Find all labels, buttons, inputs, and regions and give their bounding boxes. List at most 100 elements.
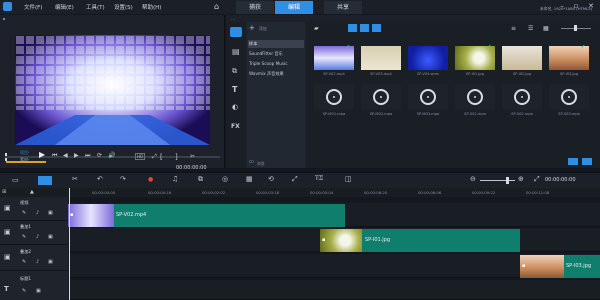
auto-music-icon[interactable]: ⧉	[198, 175, 203, 184]
thumb-label: SP-I01.jpg	[465, 72, 484, 76]
menu-settings[interactable]: 设置(S)	[114, 3, 133, 11]
timeline-nav-icon[interactable]: ▲	[30, 189, 34, 195]
panel-option-icon[interactable]	[582, 158, 592, 165]
mark-out-icon[interactable]: ]	[175, 153, 178, 161]
tab-edit[interactable]: 编辑	[275, 1, 313, 14]
edit-track-icon[interactable]: ✎	[22, 234, 26, 240]
show-audio-icon[interactable]	[372, 24, 381, 32]
timeline-timecode[interactable]: 00:00:00:00	[545, 177, 576, 183]
import-folder-icon[interactable]: ▰	[314, 25, 319, 32]
track-audio-icon[interactable]: ♪	[36, 234, 39, 240]
title-icon[interactable]: T	[232, 85, 237, 94]
track-visibility-icon[interactable]: ▣	[48, 234, 53, 240]
folder-sample[interactable]: 样本	[249, 41, 257, 47]
media-icon[interactable]	[230, 27, 242, 37]
filter-icon[interactable]: FX	[231, 123, 240, 130]
clip-mode-label[interactable]: 素材-	[20, 157, 29, 163]
track-visibility-icon[interactable]: ▣	[48, 210, 53, 216]
timeline-playhead[interactable]	[69, 188, 70, 300]
storyboard-view-icon[interactable]: ▭	[12, 176, 19, 184]
folder-triple-scoop[interactable]: Triple Scoop Music	[249, 61, 288, 66]
tools-icon[interactable]: ✂	[72, 175, 78, 183]
transition-icon[interactable]: ⧉	[232, 67, 237, 76]
thumb-sp-m03[interactable]	[408, 84, 448, 110]
ruler-tick: 00:00:08:06	[418, 190, 442, 195]
quality-badge[interactable]: HD	[135, 153, 146, 160]
clip-thumbnail	[520, 255, 564, 278]
edit-track-icon[interactable]: ✎	[22, 288, 26, 294]
clip-sp-i03[interactable]: ▪ SP-I03.jpg	[520, 255, 600, 278]
track-audio-icon[interactable]: ♪	[36, 259, 39, 265]
instant-project-icon[interactable]: ▤	[232, 47, 240, 56]
mark-in-icon[interactable]: [	[160, 153, 163, 161]
go-start-icon[interactable]: ⏮	[52, 152, 57, 160]
timeline-view-icon[interactable]	[38, 176, 52, 185]
volume-icon[interactable]: 🔊	[108, 152, 115, 159]
split-icon[interactable]: ✂	[190, 153, 195, 160]
undo-icon[interactable]: ↶	[97, 175, 103, 183]
tab-share[interactable]: 共享	[324, 1, 362, 14]
menu-tools[interactable]: 工具(T)	[86, 3, 105, 11]
repeat-icon[interactable]: ⟳	[97, 152, 102, 159]
graphics-icon[interactable]: ◐	[232, 103, 238, 111]
thumb-sp-s01[interactable]	[455, 84, 495, 110]
view-grid-icon[interactable]: ▦	[543, 25, 549, 32]
title-tool-icon[interactable]: T⚿	[315, 175, 323, 183]
add-folder-label[interactable]: 添加	[259, 26, 267, 32]
folder-wavmix[interactable]: Wavmix 声音效果	[249, 71, 284, 77]
subtitle-icon[interactable]: ▦	[246, 175, 253, 183]
mask-icon[interactable]: ◫	[345, 175, 352, 183]
track-audio-icon[interactable]: ♪	[36, 210, 39, 216]
project-mode-label[interactable]: 项目-	[20, 150, 29, 156]
clip-sp-v02[interactable]: ▪ SP-V02.mp4	[68, 204, 345, 227]
video-track-icon: ▣	[4, 204, 11, 212]
edit-track-icon[interactable]: ✎	[22, 210, 26, 216]
next-frame-icon[interactable]: ▶	[74, 152, 79, 159]
thumb-size-handle[interactable]	[574, 25, 577, 31]
show-video-icon[interactable]	[348, 24, 357, 32]
redo-icon[interactable]: ↷	[120, 175, 126, 183]
thumb-sp-i02[interactable]	[502, 46, 542, 70]
menu-help[interactable]: 帮助(H)	[142, 3, 161, 11]
menu-edit[interactable]: 编辑(E)	[55, 3, 74, 11]
tab-capture[interactable]: 捕获	[236, 1, 274, 14]
zoom-slider-handle[interactable]	[506, 177, 509, 184]
pan-zoom-icon[interactable]: ⟲	[268, 175, 274, 183]
track-visibility-icon[interactable]: ▣	[48, 259, 53, 265]
thumb-sp-v03[interactable]	[361, 46, 401, 70]
track-row-title[interactable]	[68, 280, 600, 300]
folder-soundfitter[interactable]: SoundFitter 音乐	[249, 51, 283, 57]
zoom-in-icon[interactable]: ⊕	[518, 175, 524, 183]
zoom-slider[interactable]	[480, 180, 515, 181]
thumb-sp-s03[interactable]	[549, 84, 589, 110]
sound-mixer-icon[interactable]: ♫	[172, 175, 178, 183]
add-icon[interactable]: +	[249, 24, 255, 32]
multi-camera-icon[interactable]: ⤢	[292, 175, 298, 184]
motion-tracking-icon[interactable]: ◎	[222, 175, 228, 183]
browse-icon[interactable]: ▭	[249, 159, 254, 165]
timeline-ruler[interactable]: 00:00:00:00 00:00:00:16 00:00:02:02 00:0…	[0, 188, 600, 197]
add-track-icon[interactable]: ⊞	[2, 189, 6, 195]
browse-label[interactable]: 浏览	[257, 161, 265, 167]
thumb-sp-s02[interactable]	[502, 84, 542, 110]
thumb-sp-m02[interactable]	[361, 84, 401, 110]
edit-track-icon[interactable]: ✎	[22, 259, 26, 265]
thumb-sp-v04[interactable]	[408, 46, 448, 70]
timecode-display[interactable]: 00:00:00:00	[176, 165, 207, 171]
zoom-out-icon[interactable]: ⊖	[470, 175, 476, 183]
panel-option-icon[interactable]	[568, 158, 578, 165]
prev-frame-icon[interactable]: ◀	[63, 152, 68, 159]
home-icon[interactable]: ⌂	[214, 3, 222, 11]
track-visibility-icon[interactable]: ▣	[36, 288, 41, 294]
thumb-sp-m01[interactable]	[314, 84, 354, 110]
sort-icon[interactable]: ≡	[511, 25, 516, 32]
show-photo-icon[interactable]	[360, 24, 369, 32]
play-icon[interactable]: ▶	[39, 150, 45, 159]
fit-project-icon[interactable]: ⤢	[534, 175, 540, 184]
enlarge-icon[interactable]: ⤢	[152, 153, 157, 161]
view-list-icon[interactable]: ☰	[528, 25, 533, 32]
menu-file[interactable]: 文件(F)	[24, 3, 42, 11]
go-end-icon[interactable]: ⏭	[85, 152, 90, 160]
record-icon[interactable]: ●	[148, 176, 153, 183]
clip-sp-i01[interactable]: ▪ SP-I01.jpg	[320, 229, 520, 252]
